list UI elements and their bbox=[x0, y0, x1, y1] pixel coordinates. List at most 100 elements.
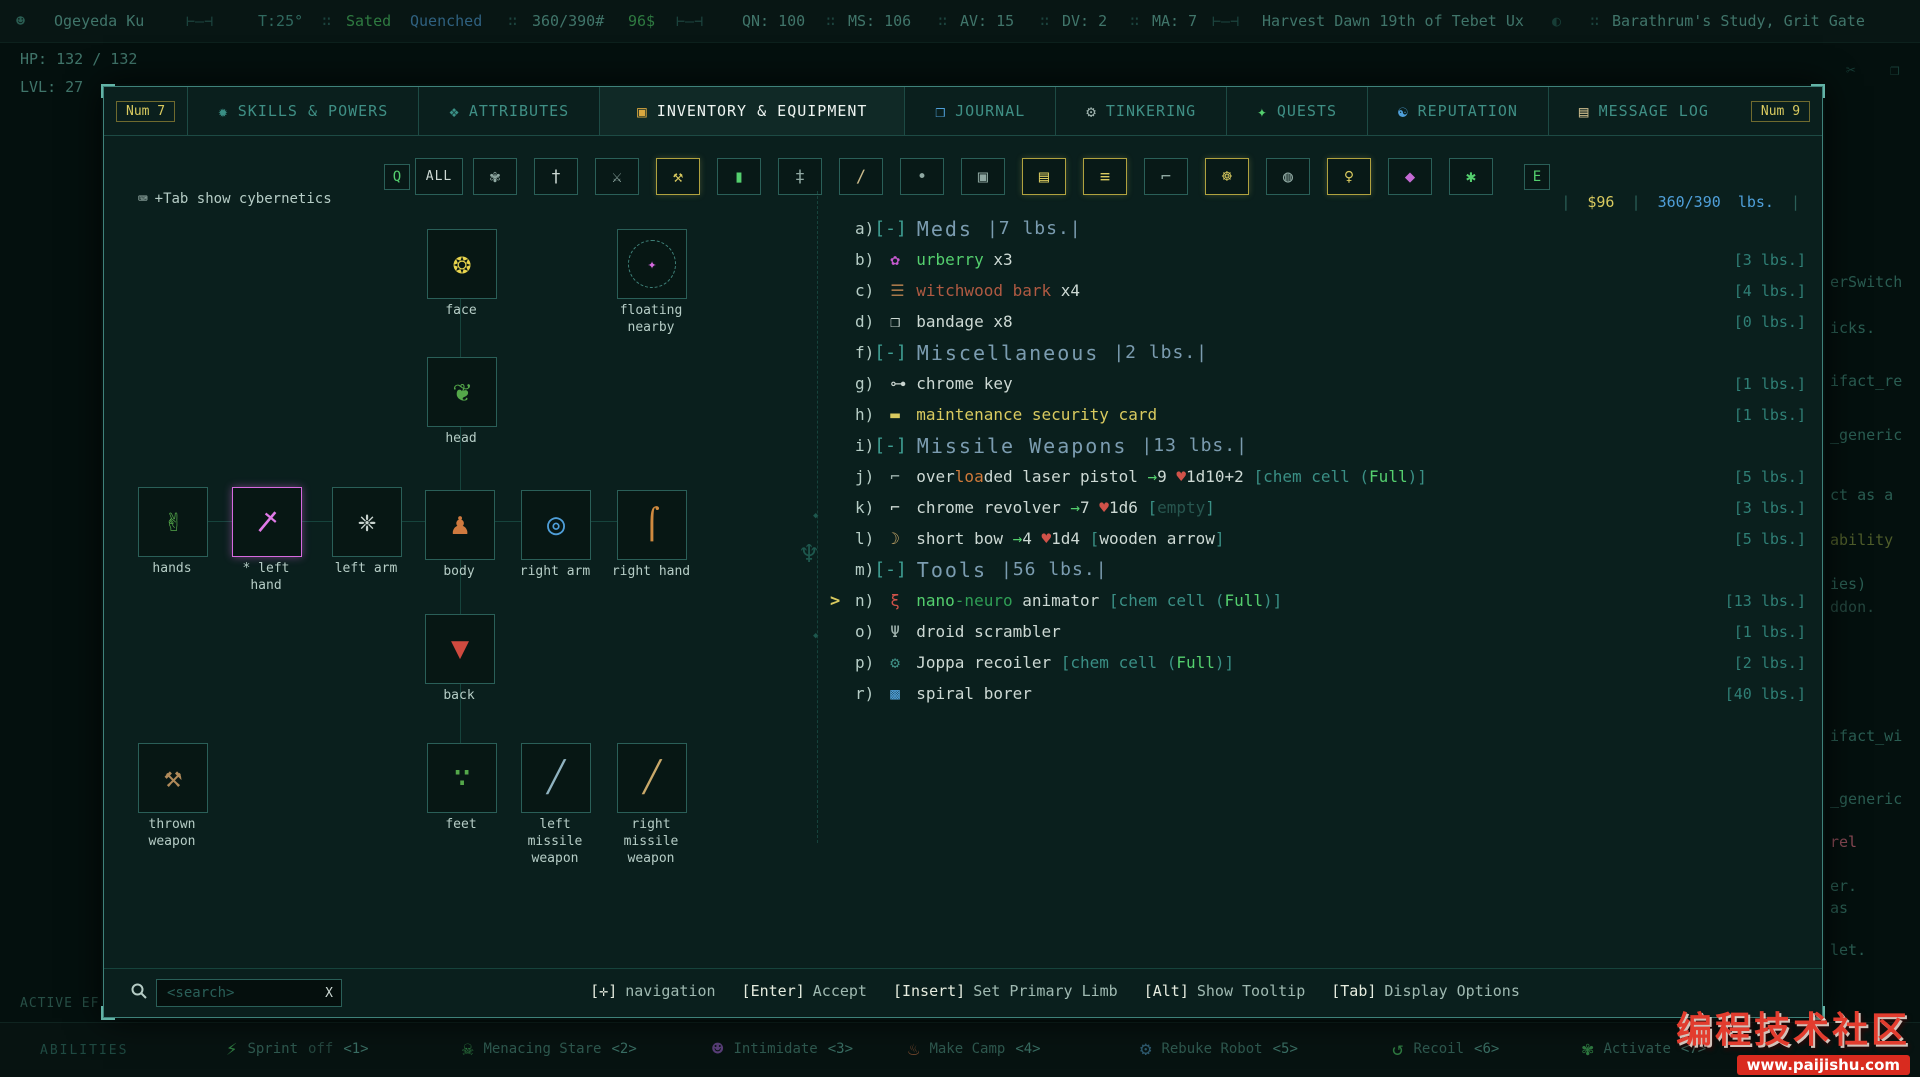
equip-slot-left-arm[interactable]: ❈ bbox=[332, 487, 402, 557]
inventory-item-row[interactable]: >n)ξnano-neuro animator [chem cell (Full… bbox=[830, 585, 1806, 616]
inventory-item-row[interactable]: d)❒bandage x8[0 lbs.] bbox=[830, 306, 1806, 337]
item-name: witchwood bark x4 bbox=[916, 281, 1080, 300]
equip-slot-label: right missile weapon bbox=[611, 817, 691, 868]
hud-top-text: ☻ bbox=[16, 12, 25, 30]
item-hotkey: f) bbox=[855, 343, 874, 362]
inventory-item-row[interactable]: l)☽short bow →4 ♥1d4 [wooden arrow][5 lb… bbox=[830, 523, 1806, 554]
item-name-part: x3 bbox=[984, 250, 1013, 269]
filter-armor[interactable]: ▣ bbox=[961, 158, 1005, 195]
filter-scrolls[interactable]: ≡ bbox=[1083, 158, 1127, 195]
inventory-category-row[interactable]: a)[-]Meds|7 lbs.| bbox=[830, 213, 1806, 244]
item-name-part: )] bbox=[1263, 591, 1282, 610]
equip-slot-left-missile-weapon[interactable]: ╱ bbox=[521, 743, 591, 813]
inventory-item-row[interactable]: h)▬maintenance security card[1 lbs.] bbox=[830, 399, 1806, 430]
equip-slot-feet[interactable]: ∵ bbox=[427, 743, 497, 813]
search-input[interactable] bbox=[165, 984, 289, 1002]
filter-chests[interactable]: ▤ bbox=[1022, 158, 1066, 195]
slot-connector bbox=[460, 558, 461, 614]
item-weight: [1 lbs.] bbox=[1734, 375, 1806, 393]
equip-slot-hands[interactable]: ✌ bbox=[138, 487, 208, 557]
tab-quests[interactable]: ✦QUESTS bbox=[1226, 87, 1367, 135]
filter-daggers[interactable]: ‡ bbox=[778, 158, 822, 195]
orbit-circle: ✦ bbox=[628, 240, 676, 288]
collapse-toggle[interactable]: [-] bbox=[874, 435, 907, 456]
tab-attributes[interactable]: ❖ATTRIBUTES bbox=[418, 87, 599, 135]
inventory-item-row[interactable]: g)⊶chrome key[1 lbs.] bbox=[830, 368, 1806, 399]
inventory-category-row[interactable]: m)[-]Tools|56 lbs.| bbox=[830, 554, 1806, 585]
item-hotkey: i) bbox=[855, 436, 874, 455]
tab-tinkering[interactable]: ⚙TINKERING bbox=[1055, 87, 1226, 135]
inventory-item-row[interactable]: b)✿urberry x3[3 lbs.] bbox=[830, 244, 1806, 275]
collapse-toggle[interactable]: [-] bbox=[874, 559, 907, 580]
inventory-item-row[interactable]: c)☰witchwood bark x4[4 lbs.] bbox=[830, 275, 1806, 306]
item-name: urberry x3 bbox=[916, 250, 1012, 269]
equip-slot-right-hand[interactable]: ⌠ bbox=[617, 490, 687, 560]
filter-plants[interactable]: ✱ bbox=[1449, 158, 1493, 195]
filter-axes[interactable]: ⚒ bbox=[656, 158, 700, 195]
equip-slot-right-arm[interactable]: ◎ bbox=[521, 490, 591, 560]
ability-name: Activate bbox=[1603, 1041, 1670, 1057]
item-name-part: laser pistol bbox=[1013, 467, 1148, 486]
filter-gems[interactable]: ◆ bbox=[1388, 158, 1432, 195]
ability-key: <2> bbox=[611, 1041, 636, 1057]
filter-containers[interactable]: ◍ bbox=[1266, 158, 1310, 195]
divider-diamond-icon: ◆ bbox=[813, 511, 818, 521]
filter-robots[interactable]: ☸ bbox=[1205, 158, 1249, 195]
ability-recoil[interactable]: ↺Recoil<6> bbox=[1392, 1038, 1499, 1060]
hud-top-text: ∷ bbox=[508, 12, 517, 30]
filter-wands[interactable]: ∕ bbox=[839, 158, 883, 195]
tab-reputation[interactable]: ☯REPUTATION bbox=[1367, 87, 1548, 135]
collapse-toggle[interactable]: [-] bbox=[874, 342, 907, 363]
tab-message-log[interactable]: ▤MESSAGE LOG bbox=[1548, 87, 1739, 135]
filter-energy-cells[interactable]: ▮ bbox=[717, 158, 761, 195]
equip-slot-label: left arm bbox=[326, 561, 406, 578]
filter-missile-weapons[interactable]: ⌐ bbox=[1144, 158, 1188, 195]
filter-cycle-right-key[interactable]: E bbox=[1524, 164, 1550, 190]
inventory-category-row[interactable]: f)[-]Miscellaneous|2 lbs.| bbox=[830, 337, 1806, 368]
filter-natural-weapons[interactable]: ✾ bbox=[473, 158, 517, 195]
item-name-part: [chem cell ( bbox=[1109, 591, 1225, 610]
equip-slot-body[interactable]: ♟ bbox=[425, 490, 495, 560]
filter-short-blades[interactable]: † bbox=[534, 158, 578, 195]
bg-text-fragment: er. bbox=[1830, 877, 1857, 895]
equip-slot-right-missile-weapon[interactable]: ╱ bbox=[617, 743, 687, 813]
inventory-item-row[interactable]: j)⌐overloaded laser pistol →9 ♥1d10+2 [c… bbox=[830, 461, 1806, 492]
filter-cycle-left-key[interactable]: Q bbox=[384, 164, 410, 190]
ability-make-camp[interactable]: ♨Make Camp<4> bbox=[908, 1038, 1041, 1060]
equip-slot-face[interactable]: ❂ bbox=[427, 229, 497, 299]
tab-journal[interactable]: ❒JOURNAL bbox=[904, 87, 1055, 135]
filter-figurines[interactable]: ♀ bbox=[1327, 158, 1371, 195]
item-name-part: bandage bbox=[916, 312, 983, 331]
body-icon: ♟ bbox=[451, 510, 469, 540]
ability-intimidate[interactable]: ☻Intimidate<3> bbox=[712, 1038, 853, 1060]
filter-melee-weapons[interactable]: ⚔ bbox=[595, 158, 639, 195]
equip-slot-back[interactable]: ▼ bbox=[425, 614, 495, 684]
ability-key: <5> bbox=[1273, 1041, 1298, 1057]
filter-all[interactable]: ALL bbox=[415, 158, 463, 195]
inventory-category-row[interactable]: i)[-]Missile Weapons|13 lbs.| bbox=[830, 430, 1806, 461]
equip-slot-head[interactable]: ❦ bbox=[427, 357, 497, 427]
tab-inventory-equipment[interactable]: ▣INVENTORY & EQUIPMENT bbox=[599, 87, 904, 135]
item-name-part: → bbox=[1070, 498, 1080, 517]
collapse-toggle[interactable]: [-] bbox=[874, 218, 907, 239]
armor-icon: ▣ bbox=[978, 167, 988, 187]
tab-skills-powers[interactable]: ✹SKILLS & POWERS bbox=[187, 87, 418, 135]
hud-top-text: AV: 15 bbox=[960, 12, 1014, 30]
item-name: droid scrambler bbox=[916, 622, 1061, 641]
search-clear-button[interactable]: X bbox=[325, 986, 333, 1001]
filter-ammo[interactable]: • bbox=[900, 158, 944, 195]
equip-slot-thrown-weapon[interactable]: ⚒ bbox=[138, 743, 208, 813]
item-name: chrome revolver →7 ♥1d6 [empty] bbox=[916, 498, 1215, 517]
ability-menacing-stare[interactable]: ☠Menacing Stare<2> bbox=[462, 1038, 637, 1060]
inventory-item-row[interactable]: o)Ψdroid scrambler[1 lbs.] bbox=[830, 616, 1806, 647]
item-name: short bow →4 ♥1d4 [wooden arrow] bbox=[916, 529, 1224, 548]
search-box[interactable]: X bbox=[156, 979, 342, 1007]
equip-slot-floating-nearby[interactable]: ✦ bbox=[617, 229, 687, 299]
inventory-item-row[interactable]: r)▩spiral borer[40 lbs.] bbox=[830, 678, 1806, 709]
equip-slot-left-hand[interactable]: † bbox=[232, 487, 302, 557]
item-icon: ⌐ bbox=[890, 498, 916, 517]
inventory-item-row[interactable]: p)⚙Joppa recoiler [chem cell (Full)][2 l… bbox=[830, 647, 1806, 678]
ability-rebuke-robot[interactable]: ⚙Rebuke Robot<5> bbox=[1140, 1038, 1298, 1060]
inventory-item-row[interactable]: k)⌐chrome revolver →7 ♥1d6 [empty][3 lbs… bbox=[830, 492, 1806, 523]
ability-sprint[interactable]: ⚡Sprintoff<1> bbox=[226, 1038, 369, 1060]
